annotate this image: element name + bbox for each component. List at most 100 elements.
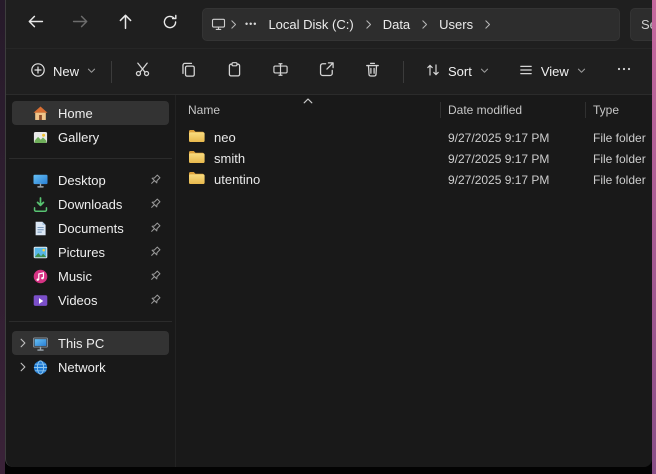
pin-icon — [147, 245, 162, 260]
chevron-right-icon[interactable] — [361, 18, 376, 31]
file-type: File folder — [585, 152, 652, 166]
desktop-icon — [32, 172, 49, 189]
refresh-button[interactable] — [151, 7, 189, 41]
file-explorer-window: ••• Local Disk (C:) Data Users Se New — [5, 0, 652, 467]
breadcrumb-segment[interactable]: Users — [432, 14, 480, 35]
view-button[interactable]: View — [508, 55, 597, 89]
sidebar-item-label: Gallery — [58, 130, 99, 145]
paste-button[interactable] — [215, 55, 253, 89]
cut-button[interactable] — [123, 55, 161, 89]
videos-icon — [32, 292, 49, 309]
breadcrumb-segment[interactable]: Data — [376, 14, 417, 35]
search-text: Se — [641, 17, 652, 32]
copy-icon — [180, 61, 197, 83]
refresh-icon — [162, 14, 178, 35]
arrow-right-icon — [72, 13, 89, 35]
clipboard-icon — [226, 61, 243, 83]
file-name: neo — [214, 130, 236, 145]
pin-icon — [147, 173, 162, 188]
share-button[interactable] — [307, 55, 345, 89]
sidebar-item-downloads[interactable]: Downloads — [12, 192, 169, 216]
expand-chevron-icon[interactable] — [14, 337, 32, 349]
pin-icon — [147, 221, 162, 236]
trash-icon — [364, 61, 381, 83]
file-date-modified: 9/27/2025 9:17 PM — [440, 173, 585, 187]
sidebar-item-this-pc[interactable]: This PC — [12, 331, 169, 355]
arrow-up-icon — [117, 13, 134, 35]
back-button[interactable] — [16, 7, 54, 41]
view-button-label: View — [541, 64, 569, 79]
sort-arrows-icon — [425, 62, 441, 81]
rename-button[interactable] — [261, 55, 299, 89]
chevron-down-icon — [479, 64, 490, 79]
address-bar[interactable]: ••• Local Disk (C:) Data Users — [202, 8, 620, 41]
sidebar-item-videos[interactable]: Videos — [12, 288, 169, 312]
column-resize-handle[interactable] — [585, 102, 586, 118]
share-icon — [318, 61, 335, 83]
sidebar-item-desktop[interactable]: Desktop — [12, 168, 169, 192]
more-dots-icon — [616, 61, 632, 82]
sort-button[interactable]: Sort — [415, 55, 500, 89]
sidebar-separator — [9, 158, 172, 159]
sidebar-item-label: Music — [58, 269, 92, 284]
file-row[interactable]: neo 9/27/2025 9:17 PM File folder — [176, 127, 652, 148]
breadcrumb-overflow[interactable]: ••• — [241, 19, 261, 29]
sidebar-item-pictures[interactable]: Pictures — [12, 240, 169, 264]
sidebar-item-label: Documents — [58, 221, 124, 236]
copy-button[interactable] — [169, 55, 207, 89]
navigation-bar: ••• Local Disk (C:) Data Users Se — [6, 0, 652, 48]
sidebar-item-label: Downloads — [58, 197, 122, 212]
delete-button[interactable] — [353, 55, 391, 89]
sidebar-item-label: This PC — [58, 336, 104, 351]
file-list-pane: Name Date modified Type — [176, 95, 652, 467]
column-header-type[interactable]: Type — [585, 97, 652, 123]
new-button-label: New — [53, 64, 79, 79]
file-row[interactable]: utentino 9/27/2025 9:17 PM File folder — [176, 169, 652, 190]
forward-button[interactable] — [61, 7, 99, 41]
pin-icon — [147, 197, 162, 212]
file-rows: neo 9/27/2025 9:17 PM File folder smith … — [176, 127, 652, 190]
sidebar-item-home[interactable]: Home — [12, 101, 169, 125]
file-name-cell: neo — [176, 129, 440, 146]
up-button[interactable] — [106, 7, 144, 41]
sort-ascending-icon — [302, 97, 314, 105]
file-type: File folder — [585, 131, 652, 145]
sidebar-separator — [9, 321, 172, 322]
view-list-icon — [518, 62, 534, 81]
pin-icon — [147, 293, 162, 308]
column-resize-handle[interactable] — [440, 102, 441, 118]
sidebar-item-label: Network — [58, 360, 106, 375]
file-name: smith — [214, 151, 245, 166]
see-more-button[interactable] — [605, 55, 643, 89]
pictures-icon — [32, 244, 49, 261]
window-body: Home Gallery Desktop Downloa — [6, 95, 652, 467]
column-headers: Name Date modified Type — [176, 97, 652, 123]
sidebar: Home Gallery Desktop Downloa — [6, 95, 176, 467]
sidebar-item-network[interactable]: Network — [12, 355, 169, 379]
sidebar-item-gallery[interactable]: Gallery — [12, 125, 169, 149]
sidebar-item-label: Pictures — [58, 245, 105, 260]
this-pc-icon[interactable] — [211, 16, 226, 32]
file-row[interactable]: smith 9/27/2025 9:17 PM File folder — [176, 148, 652, 169]
breadcrumb-segment[interactable]: Local Disk (C:) — [261, 14, 360, 35]
chevron-down-icon — [86, 64, 97, 79]
sidebar-item-music[interactable]: Music — [12, 264, 169, 288]
scissors-icon — [134, 61, 151, 83]
folder-icon — [188, 171, 205, 188]
network-icon — [32, 359, 49, 376]
expand-chevron-icon[interactable] — [14, 361, 32, 373]
column-header-date-modified[interactable]: Date modified — [440, 97, 585, 123]
sidebar-item-label: Desktop — [58, 173, 106, 188]
folder-icon — [188, 150, 205, 167]
search-input[interactable]: Se — [630, 8, 652, 41]
file-date-modified: 9/27/2025 9:17 PM — [440, 152, 585, 166]
folder-icon — [188, 129, 205, 146]
chevron-right-icon[interactable] — [417, 18, 432, 31]
file-date-modified: 9/27/2025 9:17 PM — [440, 131, 585, 145]
chevron-right-icon[interactable] — [480, 18, 495, 31]
chevron-right-icon[interactable] — [226, 18, 241, 31]
pin-icon — [147, 269, 162, 284]
file-name: utentino — [214, 172, 260, 187]
new-button[interactable]: New — [20, 55, 107, 89]
sidebar-item-documents[interactable]: Documents — [12, 216, 169, 240]
